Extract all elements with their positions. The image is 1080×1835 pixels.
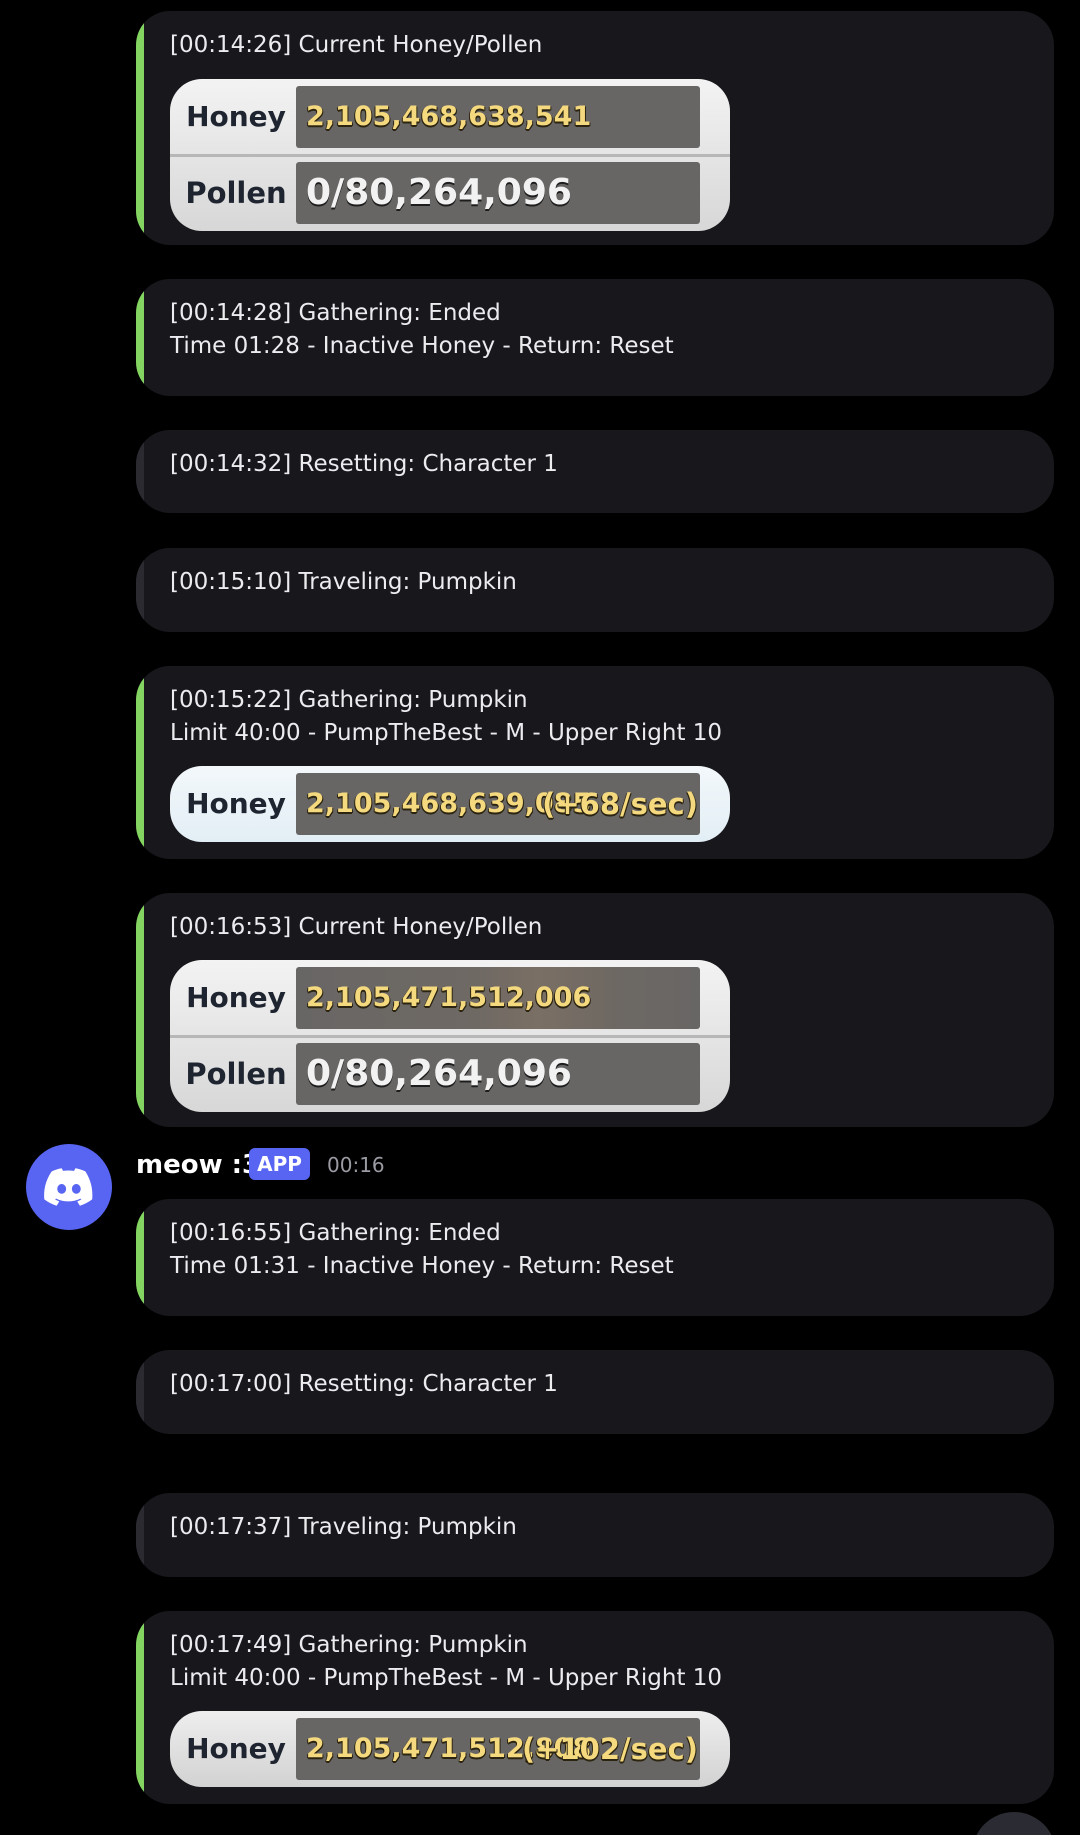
embed-line: [00:15:10] Traveling: Pumpkin bbox=[170, 569, 517, 595]
honey-label: Honey bbox=[186, 100, 286, 133]
honey-rate: (+102/sec) bbox=[521, 1732, 698, 1766]
pollen-value-box: 0/80,264,096 bbox=[296, 1043, 700, 1105]
embed-line: [00:17:37] Traveling: Pumpkin bbox=[170, 1514, 517, 1540]
honey-value-box: 2,105,468,638,541 bbox=[296, 86, 700, 148]
message-timestamp: 00:16 bbox=[327, 1153, 385, 1177]
pollen-label: Pollen bbox=[185, 176, 287, 210]
embed-line: [00:14:28] Gathering: Ended bbox=[170, 300, 501, 326]
embed-line: [00:17:00] Resetting: Character 1 bbox=[170, 1371, 558, 1397]
honey-rate-card: Honey 2,105,471,512,808 (+102/sec) bbox=[170, 1711, 730, 1787]
honey-label: Honey bbox=[186, 787, 286, 820]
embed-accent-bar bbox=[136, 430, 144, 513]
embed-gathering-pumpkin[interactable]: [00:17:49] Gathering: Pumpkin Limit 40:0… bbox=[136, 1611, 1054, 1804]
embed-line: Time 01:28 - Inactive Honey - Return: Re… bbox=[170, 333, 674, 359]
embed-current-honey-pollen[interactable]: [00:14:26] Current Honey/Pollen Honey 2,… bbox=[136, 11, 1054, 245]
honey-value-box: 2,105,468,639,085 (+68/sec) bbox=[296, 773, 700, 835]
embed-traveling[interactable]: [00:15:10] Traveling: Pumpkin bbox=[136, 548, 1054, 632]
bot-avatar[interactable] bbox=[26, 1144, 112, 1230]
embed-line: [00:15:22] Gathering: Pumpkin bbox=[170, 687, 528, 713]
honey-rate-card: Honey 2,105,468,639,085 (+68/sec) bbox=[170, 766, 730, 842]
embed-accent-bar bbox=[136, 1350, 144, 1434]
embed-gathering-ended[interactable]: [00:16:55] Gathering: Ended Time 01:31 -… bbox=[136, 1199, 1054, 1316]
pollen-value: 0/80,264,096 bbox=[306, 1053, 572, 1094]
embed-line: [00:14:32] Resetting: Character 1 bbox=[170, 451, 558, 477]
embed-accent-bar bbox=[136, 1493, 144, 1577]
embed-gathering-ended[interactable]: [00:14:28] Gathering: Ended Time 01:28 -… bbox=[136, 279, 1054, 396]
embed-accent-bar bbox=[136, 279, 144, 396]
honey-value: 2,105,468,638,541 bbox=[306, 101, 592, 132]
embed-accent-bar bbox=[136, 1611, 144, 1804]
honey-pollen-card: Honey 2,105,468,638,541 Pollen 0/80,264,… bbox=[170, 79, 730, 231]
embed-gathering-pumpkin[interactable]: [00:15:22] Gathering: Pumpkin Limit 40:0… bbox=[136, 666, 1054, 859]
embed-line: [00:16:53] Current Honey/Pollen bbox=[170, 914, 543, 940]
honey-rate: (+68/sec) bbox=[542, 787, 698, 821]
embed-accent-bar bbox=[136, 11, 144, 245]
embed-line: [00:16:55] Gathering: Ended bbox=[170, 1220, 501, 1246]
embed-accent-bar bbox=[136, 548, 144, 632]
honey-value-box: 2,105,471,512,808 (+102/sec) bbox=[296, 1718, 700, 1780]
honey-label: Honey bbox=[186, 981, 286, 1014]
embed-current-honey-pollen[interactable]: [00:16:53] Current Honey/Pollen Honey 2,… bbox=[136, 893, 1054, 1127]
embed-accent-bar bbox=[136, 1199, 144, 1316]
floating-action-button[interactable] bbox=[972, 1812, 1056, 1835]
chat-log: [00:14:26] Current Honey/Pollen Honey 2,… bbox=[0, 0, 1080, 1835]
author-name[interactable]: meow :3 bbox=[136, 1143, 260, 1187]
embed-line: Limit 40:00 - PumpTheBest - M - Upper Ri… bbox=[170, 1665, 723, 1691]
embed-line: [00:17:49] Gathering: Pumpkin bbox=[170, 1632, 528, 1658]
embed-accent-bar bbox=[136, 893, 144, 1127]
app-badge: APP bbox=[249, 1148, 310, 1180]
embed-line: Limit 40:00 - PumpTheBest - M - Upper Ri… bbox=[170, 720, 723, 746]
embed-line: [00:14:26] Current Honey/Pollen bbox=[170, 32, 543, 58]
pollen-label: Pollen bbox=[185, 1057, 287, 1091]
embed-line: Time 01:31 - Inactive Honey - Return: Re… bbox=[170, 1253, 674, 1279]
pollen-value: 0/80,264,096 bbox=[306, 172, 572, 213]
pollen-value-box: 0/80,264,096 bbox=[296, 162, 700, 224]
embed-traveling[interactable]: [00:17:37] Traveling: Pumpkin bbox=[136, 1493, 1054, 1577]
honey-value: 2,105,471,512,006 bbox=[306, 982, 592, 1013]
embed-resetting[interactable]: [00:14:32] Resetting: Character 1 bbox=[136, 430, 1054, 513]
embed-resetting[interactable]: [00:17:00] Resetting: Character 1 bbox=[136, 1350, 1054, 1434]
honey-label: Honey bbox=[186, 1732, 286, 1765]
honey-value-box: 2,105,471,512,006 bbox=[296, 967, 700, 1029]
honey-pollen-card: Honey 2,105,471,512,006 Pollen 0/80,264,… bbox=[170, 960, 730, 1112]
discord-logo-icon bbox=[44, 1168, 93, 1206]
embed-accent-bar bbox=[136, 666, 144, 859]
